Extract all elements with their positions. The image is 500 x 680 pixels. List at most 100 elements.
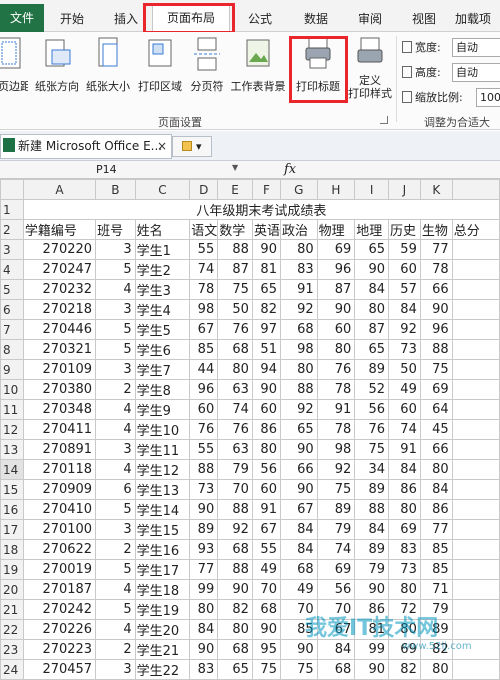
data-cell[interactable]: 91	[316, 399, 356, 420]
tab-review[interactable]: 审阅	[348, 6, 392, 32]
data-cell[interactable]: 64	[419, 399, 453, 420]
data-cell[interactable]: 98	[279, 339, 318, 360]
data-cell[interactable]: 56	[354, 399, 389, 420]
data-cell[interactable]: 65	[251, 279, 281, 300]
data-cell[interactable]: 90	[354, 579, 389, 600]
data-cell[interactable]: 49	[388, 379, 421, 400]
row-header[interactable]: 13	[0, 439, 24, 460]
row-header[interactable]: 10	[0, 379, 24, 400]
column-header[interactable]: E	[217, 179, 253, 200]
data-cell[interactable]: 270218	[22, 299, 97, 320]
header-cell[interactable]: 姓名	[134, 219, 191, 240]
formula-input[interactable]	[310, 161, 500, 178]
data-cell[interactable]: 270223	[22, 639, 97, 660]
data-cell[interactable]: 56	[316, 579, 356, 600]
data-cell[interactable]: 87	[217, 259, 253, 280]
data-cell[interactable]: 85	[419, 539, 453, 560]
data-cell[interactable]: 71	[419, 579, 453, 600]
data-cell[interactable]: 92	[388, 319, 421, 340]
header-cell[interactable]: 政治	[279, 219, 318, 240]
data-cell[interactable]: 78	[189, 279, 219, 300]
data-cell[interactable]: 77	[419, 519, 453, 540]
data-cell[interactable]: 76	[354, 419, 389, 440]
data-cell[interactable]: 90	[279, 479, 318, 500]
data-cell[interactable]	[451, 619, 500, 640]
data-cell[interactable]: 78	[419, 259, 453, 280]
data-cell[interactable]: 2	[95, 539, 136, 560]
data-cell[interactable]: 74	[316, 539, 356, 560]
data-cell[interactable]: 90	[354, 659, 389, 680]
size-button[interactable]: 纸张大小	[84, 36, 132, 94]
data-cell[interactable]: 5	[95, 259, 136, 280]
data-cell[interactable]: 83	[189, 659, 219, 680]
row-header[interactable]: 20	[0, 579, 24, 600]
data-cell[interactable]: 84	[316, 639, 356, 660]
row-header[interactable]: 5	[0, 279, 24, 300]
data-cell[interactable]: 44	[189, 359, 219, 380]
data-cell[interactable]: 3	[95, 359, 136, 380]
tab-formulas[interactable]: 公式	[238, 6, 282, 32]
data-cell[interactable]: 68	[251, 599, 281, 620]
data-cell[interactable]: 270220	[22, 239, 97, 260]
data-cell[interactable]: 学生19	[134, 599, 191, 620]
data-cell[interactable]: 66	[419, 279, 453, 300]
data-cell[interactable]	[451, 439, 500, 460]
data-cell[interactable]: 270891	[22, 439, 97, 460]
data-cell[interactable]: 学生4	[134, 299, 191, 320]
data-cell[interactable]: 81	[251, 259, 281, 280]
data-cell[interactable]: 270187	[22, 579, 97, 600]
data-cell[interactable]: 52	[354, 379, 389, 400]
data-cell[interactable]: 99	[189, 579, 219, 600]
column-header[interactable]: K	[419, 179, 453, 200]
data-cell[interactable]: 90	[279, 639, 318, 660]
data-cell[interactable]	[451, 319, 500, 340]
data-cell[interactable]: 90	[354, 259, 389, 280]
data-cell[interactable]: 270380	[22, 379, 97, 400]
header-cell[interactable]: 地理	[354, 219, 389, 240]
data-cell[interactable]: 学生5	[134, 319, 191, 340]
data-cell[interactable]: 73	[388, 339, 421, 360]
tab-page-layout[interactable]: 页面布局	[152, 4, 230, 33]
data-cell[interactable]: 55	[251, 539, 281, 560]
data-cell[interactable]: 80	[279, 359, 318, 380]
data-cell[interactable]: 96	[189, 379, 219, 400]
data-cell[interactable]: 89	[354, 539, 389, 560]
header-cell[interactable]: 数学	[217, 219, 253, 240]
data-cell[interactable]: 75	[419, 359, 453, 380]
header-cell[interactable]: 物理	[316, 219, 356, 240]
data-cell[interactable]: 74	[189, 259, 219, 280]
data-cell[interactable]: 74	[217, 399, 253, 420]
data-cell[interactable]: 60	[251, 399, 281, 420]
data-cell[interactable]: 4	[95, 459, 136, 480]
data-cell[interactable]: 82	[251, 299, 281, 320]
column-header[interactable]: H	[316, 179, 356, 200]
data-cell[interactable]: 3	[95, 239, 136, 260]
data-cell[interactable]: 50	[388, 359, 421, 380]
data-cell[interactable]: 270232	[22, 279, 97, 300]
data-cell[interactable]: 学生7	[134, 359, 191, 380]
data-cell[interactable]: 99	[354, 639, 389, 660]
row-header[interactable]: 6	[0, 299, 24, 320]
data-cell[interactable]: 78	[316, 419, 356, 440]
data-cell[interactable]: 57	[388, 279, 421, 300]
data-cell[interactable]: 68	[217, 639, 253, 660]
tab-insert[interactable]: 插入	[104, 6, 148, 32]
data-cell[interactable]: 92	[316, 459, 356, 480]
data-cell[interactable]: 学生14	[134, 499, 191, 520]
data-cell[interactable]: 80	[419, 459, 453, 480]
breaks-button[interactable]: 分页符	[188, 36, 226, 94]
column-header[interactable]: G	[279, 179, 318, 200]
data-cell[interactable]: 88	[419, 339, 453, 360]
data-cell[interactable]: 88	[189, 459, 219, 480]
header-cell[interactable]: 英语	[251, 219, 281, 240]
data-cell[interactable]: 76	[217, 419, 253, 440]
data-cell[interactable]: 84	[419, 479, 453, 500]
data-cell[interactable]: 85	[419, 559, 453, 580]
width-select[interactable]: 自动	[452, 38, 500, 57]
data-cell[interactable]: 76	[189, 419, 219, 440]
data-cell[interactable]: 91	[251, 499, 281, 520]
data-cell[interactable]: 6	[95, 479, 136, 500]
data-cell[interactable]: 270446	[22, 319, 97, 340]
data-cell[interactable]: 79	[354, 559, 389, 580]
data-cell[interactable]: 63	[217, 379, 253, 400]
